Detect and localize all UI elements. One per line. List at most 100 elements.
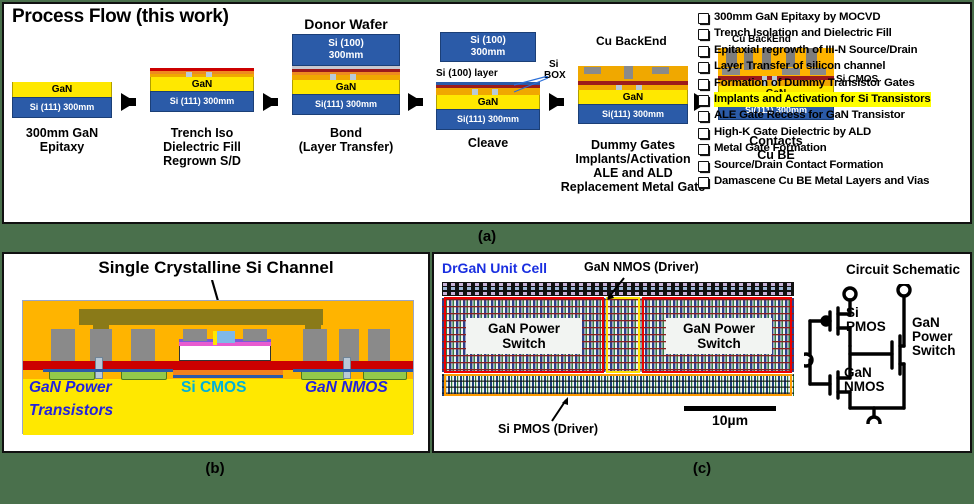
label-gan-power-transistors-line1: GaN Power — [29, 379, 112, 396]
checkbox-icon[interactable] — [698, 78, 709, 90]
layer-substrate: Si(111) 300mm — [436, 109, 540, 130]
checkbox-icon[interactable] — [698, 144, 709, 156]
gan-nmos-leader-line — [606, 277, 625, 300]
stage-caption: Dummy Gates Implants/Activation ALE and … — [561, 138, 706, 194]
donor-line: 300mm — [328, 50, 364, 61]
scale-bar-label: 10µm — [711, 412, 749, 428]
layer-substrate: Si (111) 300mm — [12, 97, 112, 118]
checkbox-icon[interactable] — [698, 176, 709, 188]
label-line: GaN Power — [682, 321, 756, 336]
checklist-item[interactable]: Formation of Dummy Transistor Gates — [698, 76, 966, 92]
si-box-label-si: Si — [549, 59, 559, 70]
label-line: Switch — [502, 336, 546, 351]
si-pmos-driver-annotation: Si PMOS (Driver) — [498, 422, 599, 436]
donor-line: Si (100) — [470, 34, 506, 46]
checkbox-icon[interactable] — [698, 62, 709, 74]
checkbox-icon[interactable] — [698, 160, 709, 172]
stage-caption-line: 300mm GaN — [25, 126, 99, 140]
layer-substrate: Si(111) 300mm — [578, 104, 688, 124]
panel-b-cross-section: Single Crystalline Si Channel GaN Power … — [2, 252, 430, 453]
checklist-label: Source/Drain Contact Formation — [714, 158, 884, 171]
checklist-item[interactable]: Damascene Cu BE Metal Layers and Vias — [698, 174, 966, 190]
panel-a-process-flow: Process Flow (this work) GaN Si (111) 30… — [2, 2, 972, 224]
label-gan-nmos: GaN NMOS — [305, 379, 388, 396]
stage-top-label: Donor Wafer — [304, 16, 388, 32]
gan-power-switch-label-left: GaN Power Switch — [466, 318, 582, 354]
label-line: Switch — [697, 336, 741, 351]
layer-gan: GaN — [12, 82, 112, 97]
flow-arrow-4 — [549, 93, 564, 111]
checkbox-icon[interactable] — [698, 45, 709, 57]
label-si-cmos: Si CMOS — [181, 379, 247, 396]
checklist-item[interactable]: Metal Gate Formation — [698, 141, 966, 157]
label-line: Switch — [912, 343, 956, 359]
layer-substrate: Si (111) 300mm — [150, 91, 254, 112]
scale-bar — [684, 406, 776, 411]
stage-caption-line: (Layer Transfer) — [298, 140, 394, 154]
schematic-label-gan-power-switch: GaN Power Switch — [912, 315, 956, 359]
label-line: GaN — [844, 365, 872, 380]
layer-substrate: Si(111) 300mm — [292, 94, 400, 115]
gan-nmos-driver-box — [606, 297, 640, 373]
donor-line: 300mm — [470, 47, 506, 58]
process-flow-title: Process Flow (this work) — [12, 6, 229, 27]
gan-power-switch-label-right: GaN Power Switch — [666, 318, 772, 354]
drgan-unit-cell-label: DrGaN Unit Cell — [442, 260, 548, 276]
flow-arrow-1 — [121, 93, 136, 111]
checklist-label: High-K Gate Dielectric by ALD — [714, 125, 872, 138]
cross-section-device: GaN Power Transistors Si CMOS GaN NMOS — [22, 300, 414, 435]
checklist-item[interactable]: Epitaxial regrowth of III-N Source/Drain — [698, 43, 966, 59]
figure-caption-c: (c) — [692, 460, 712, 477]
checklist-label: Layer Transfer of silicon channel — [714, 60, 886, 73]
checkbox-icon[interactable] — [698, 127, 709, 139]
checklist-item[interactable]: Layer Transfer of silicon channel — [698, 59, 966, 75]
si-100-layer-label: Si (100) layer — [436, 68, 498, 79]
stage-caption-line: Implants/Activation — [575, 152, 691, 166]
donor-line: Si (100) — [328, 37, 364, 49]
checklist-item[interactable]: Source/Drain Contact Formation — [698, 158, 966, 174]
checkbox-icon[interactable] — [698, 111, 709, 123]
checklist-item[interactable]: 300mm GaN Epitaxy by MOCVD — [698, 10, 966, 26]
label-line: GaN — [912, 315, 940, 330]
checklist-label: Formation of Dummy Transistor Gates — [714, 76, 915, 89]
stage-caption-line: Trench Iso — [170, 126, 234, 140]
stage-caption-line: Dielectric Fill — [163, 140, 241, 154]
schematic-label-si-pmos: Si PMOS — [846, 305, 886, 335]
label-line: GaN Power — [487, 321, 561, 336]
schematic-label-gan-nmos: GaN NMOS — [844, 365, 885, 394]
layer-gan: GaN — [578, 90, 688, 104]
stage-caption-line: ALE and ALD — [593, 166, 673, 180]
stage-trench-iso: GaN Si (111) 300mm Trench Iso Dielectric… — [150, 68, 254, 168]
checklist-item-highlighted[interactable]: Implants and Activation for Si Transisto… — [698, 91, 966, 108]
layer-gan: GaN — [292, 80, 400, 94]
stage-caption-line: Bond — [330, 126, 362, 140]
checklist-label: Metal Gate Formation — [714, 142, 827, 155]
checklist-label: 300mm GaN Epitaxy by MOCVD — [714, 11, 881, 23]
stage-caption-line: Regrown S/D — [163, 154, 241, 168]
si-box-callout-lines — [513, 76, 549, 93]
label-line: PMOS — [846, 319, 886, 335]
stage-caption: 300mm GaN Epitaxy — [26, 126, 98, 154]
checklist-item[interactable]: Trench Isolation and Dielectric Fill — [698, 26, 966, 42]
stage-caption-line: Dummy Gates — [590, 138, 676, 152]
checkbox-icon[interactable] — [698, 13, 709, 24]
checkbox-icon[interactable] — [698, 29, 709, 41]
layer-gan: GaN — [150, 77, 254, 91]
checkbox-icon[interactable] — [698, 94, 709, 106]
donor-wafer: Si (100) 300mm — [292, 34, 400, 66]
circuit-schematic-title: Circuit Schematic — [845, 262, 960, 277]
checklist-item[interactable]: ALE Gate Recess for GaN Transistor — [698, 108, 966, 124]
si-pmos-leader-line — [551, 397, 568, 422]
stage-caption: Bond (Layer Transfer) — [299, 126, 393, 154]
label-line: Si — [846, 305, 859, 320]
flow-arrow-3 — [408, 93, 423, 111]
process-checklist: 300mm GaN Epitaxy by MOCVD Trench Isolat… — [698, 10, 966, 190]
stage-caption-line: Replacement Metal Gate — [560, 180, 706, 194]
stage-top-label: Cu BackEnd — [596, 34, 667, 48]
checklist-item[interactable]: High-K Gate Dielectric by ALD — [698, 125, 966, 141]
figure-caption-a: (a) — [477, 228, 497, 245]
donor-wafer-cleaved: Si (100) 300mm — [440, 32, 536, 62]
checklist-label: Implants and Activation for Si Transisto… — [714, 91, 931, 107]
si-pmos-driver-box — [444, 374, 792, 396]
stage-caption-line: Epitaxy — [39, 140, 85, 154]
